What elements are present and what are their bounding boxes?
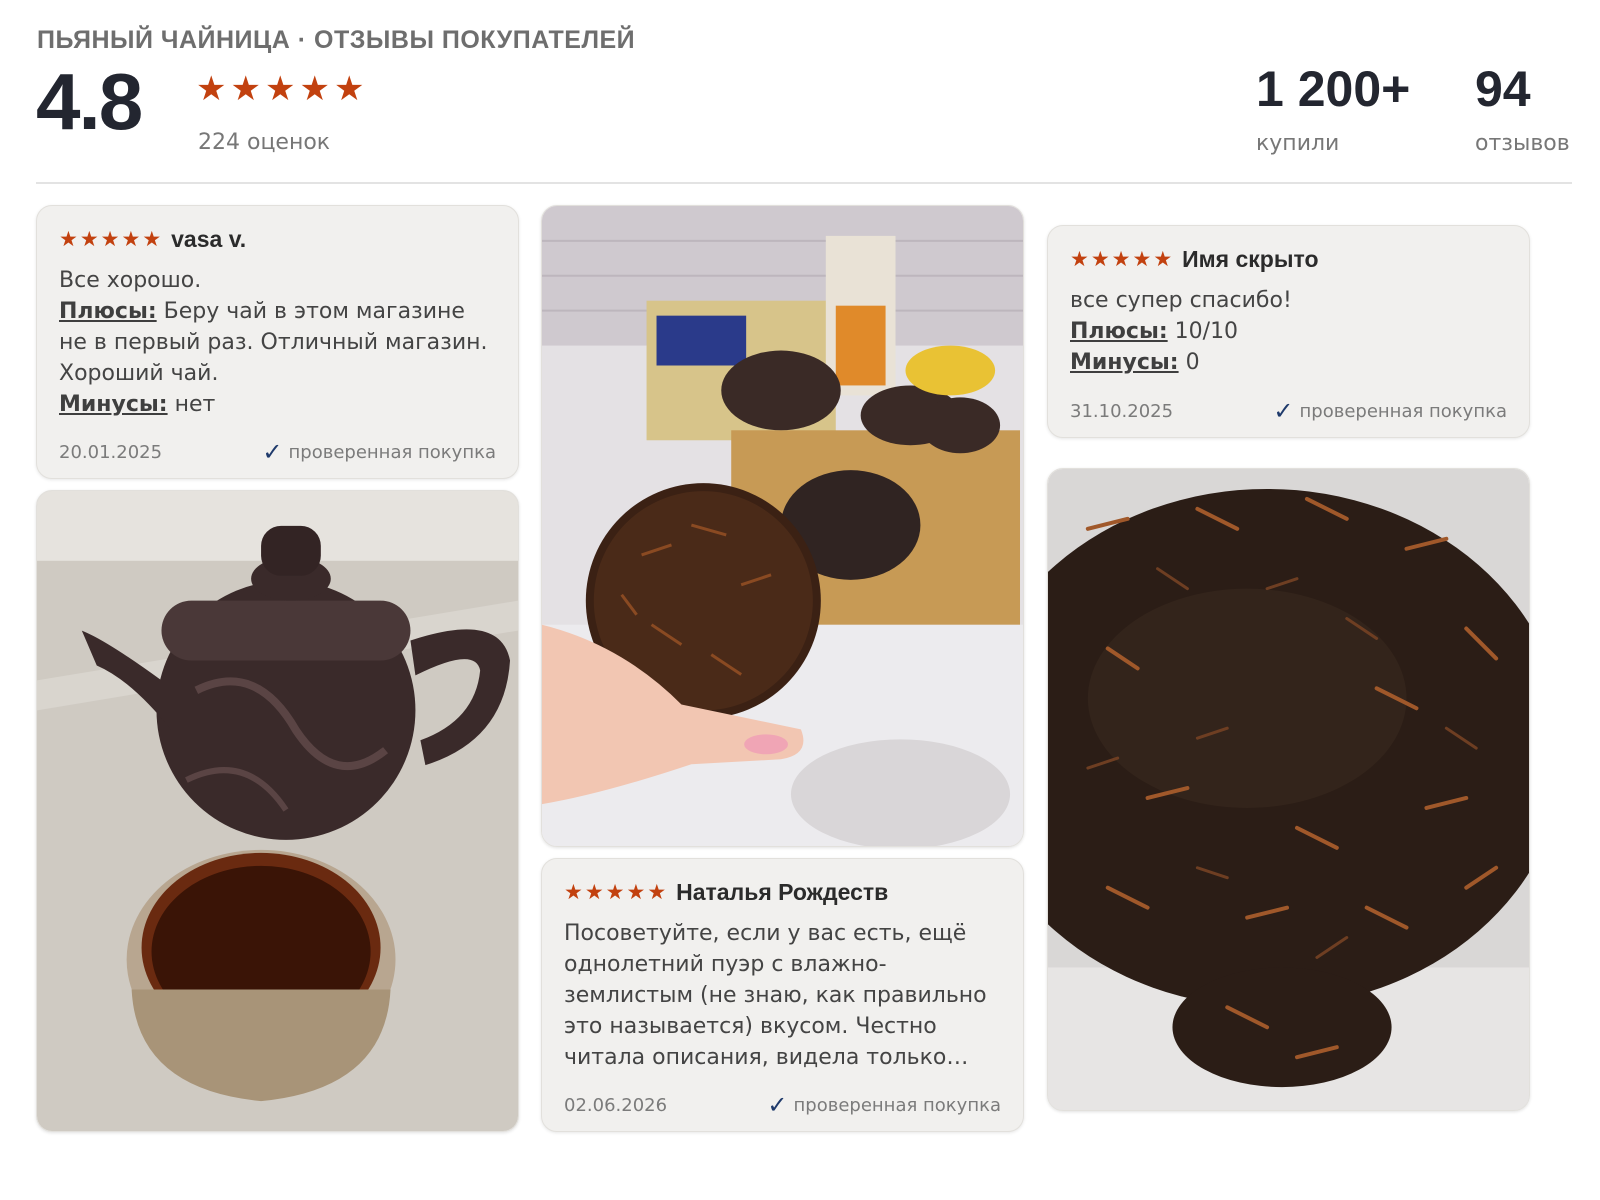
tea-set-photo-image [542,206,1023,846]
checkmark-icon: ✓ [1273,397,1294,425]
shop-title: ПЬЯНЫЙ ЧАЙНИЦА · ОТЗЫВЫ ПОКУПАТЕЛЕЙ [37,26,636,54]
review-text: Все хорошо. [59,268,202,293]
star-icon: ★ [299,69,330,109]
star-icon: ★ [647,880,667,904]
cons-label: Минусы: [59,392,168,417]
teapot-photo-image [37,491,518,1131]
verified-label: проверенная покупка [793,1094,1001,1116]
bought-label: купили [1256,131,1340,156]
pros-label: Плюсы: [59,299,157,324]
review-stars: ★ ★ ★ ★ ★ [1070,249,1172,270]
star-icon: ★ [142,227,162,251]
star-icon: ★ [1153,247,1173,271]
cons-label: Минусы: [1070,350,1179,375]
review-card[interactable]: ★ ★ ★ ★ ★ Имя скрыто все супер спасибо! Плюс… [1047,225,1530,438]
verified-badge: ✓ проверенная покупка [767,1093,1001,1117]
review-photo-tea-set[interactable] [541,205,1024,847]
cons-text: 0 [1185,350,1200,375]
star-icon: ★ [1132,247,1152,271]
bought-count: 1 200+ [1256,61,1411,117]
review-date: 20.01.2025 [59,441,163,463]
review-author: Имя скрыто [1182,246,1319,272]
review-body: Все хорошо. Плюсы: Беру чай в этом магаз… [59,265,496,420]
star-icon: ★ [121,227,141,251]
ratings-count: 224 оценок [198,130,331,155]
pros-text: 10/10 [1174,319,1239,344]
review-card[interactable]: ★ ★ ★ ★ ★ vasa v. Все хорошо. Плюсы: Беру ча… [36,205,519,479]
checkmark-icon: ✓ [767,1091,788,1119]
star-icon: ★ [264,69,296,109]
review-photo-teapot[interactable] [36,490,519,1132]
review-stars: ★ ★ ★ ★ ★ [59,229,161,250]
verified-badge: ✓ проверенная покупка [1273,399,1507,423]
bought-stat: 1 200+ купили [1256,61,1411,157]
review-date: 02.06.2026 [564,1094,668,1116]
checkmark-icon: ✓ [262,438,283,466]
star-icon: ★ [626,880,646,904]
review-photo-puerh-cake[interactable] [1047,468,1530,1111]
review-stars: ★ ★ ★ ★ ★ [564,882,666,903]
average-rating: 4.8 [36,57,143,146]
review-body: все супер спасибо! Плюсы: 10/10 Минусы: … [1070,285,1507,378]
review-author: vasa v. [171,226,247,252]
verified-label: проверенная покупка [288,441,496,463]
star-icon: ★ [564,880,583,904]
star-icon: ★ [196,69,227,109]
review-text: Посоветуйте, если у вас есть, ещё одноле… [564,921,987,1070]
star-icon: ★ [230,69,261,109]
cons-text: нет [174,392,216,417]
review-text: все супер спасибо! [1070,288,1292,313]
reviews-stat: 94 отзывов [1475,61,1570,157]
star-icon: ★ [605,880,625,904]
star-icon: ★ [100,227,120,251]
review-date: 31.10.2025 [1070,400,1174,422]
star-icon: ★ [79,227,99,251]
verified-badge: ✓ проверенная покупка [262,440,496,464]
star-icon: ★ [333,69,365,109]
star-icon: ★ [584,880,604,904]
rating-stars: ★ ★ ★ ★ ★ [196,72,364,106]
verified-label: проверенная покупка [1299,400,1507,422]
header-divider [36,182,1572,184]
review-card[interactable]: ★ ★ ★ ★ ★ Наталья Рождеств Посоветуйте, если… [541,858,1024,1132]
reviews-label: отзывов [1475,131,1570,156]
star-icon: ★ [1070,247,1089,271]
review-author: Наталья Рождеств [676,879,889,905]
star-icon: ★ [1090,247,1110,271]
pros-label: Плюсы: [1070,319,1168,344]
puerh-cake-photo-image [1048,469,1529,1110]
star-icon: ★ [59,227,78,251]
reviews-count: 94 [1475,61,1531,117]
star-icon: ★ [1111,247,1131,271]
